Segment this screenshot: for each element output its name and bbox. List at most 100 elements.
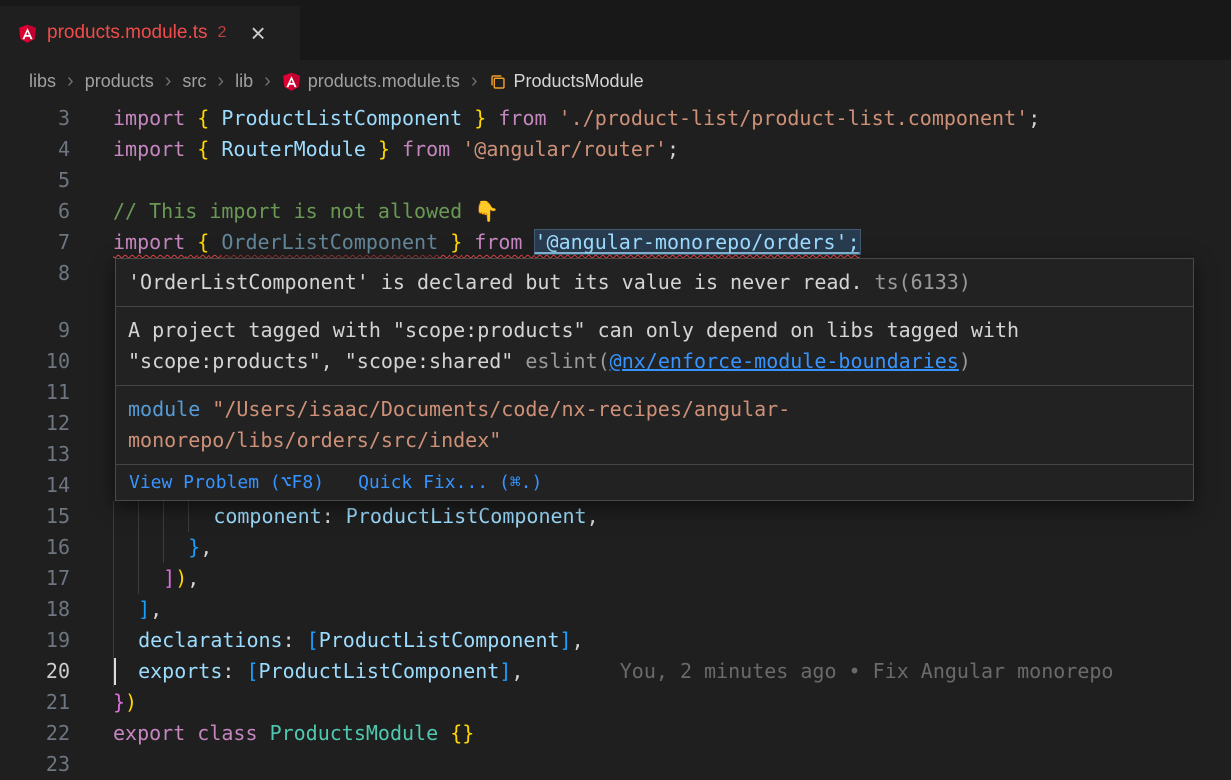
- code-line-content[interactable]: ],: [113, 594, 1231, 625]
- tab-products-module-ts[interactable]: products.module.ts 2 ×: [0, 6, 300, 60]
- code-token: // This import is not allowed 👇: [113, 199, 499, 223]
- code-token: ,: [587, 504, 599, 528]
- code-token: [547, 106, 559, 130]
- code-line-content[interactable]: import { ProductListComponent } from './…: [113, 103, 1231, 134]
- code-token: ProductListComponent: [221, 106, 462, 130]
- code-token: from: [474, 230, 522, 254]
- breadcrumb-separator: ›: [264, 70, 271, 93]
- code-token: }: [378, 137, 390, 161]
- line-number[interactable]: 17: [0, 563, 70, 594]
- breadcrumb-separator: ›: [67, 70, 74, 93]
- code-token: ProductListComponent: [259, 659, 500, 683]
- code-token: '@angular/router': [462, 137, 667, 161]
- code-line-3: 3 import { ProductListComponent } from '.…: [0, 103, 1231, 134]
- code-token: import: [113, 137, 185, 161]
- code-line-content[interactable]: component: ProductListComponent,: [113, 501, 1231, 532]
- line-number[interactable]: 12: [0, 408, 70, 439]
- code-token: }: [450, 230, 462, 254]
- code-token: ]: [163, 566, 175, 590]
- error-hover-popup: 'OrderListComponent' is declared but its…: [115, 258, 1194, 501]
- close-icon[interactable]: ×: [250, 20, 265, 46]
- line-number[interactable]: 15: [0, 501, 70, 532]
- breadcrumb-label: ProductsModule: [514, 71, 644, 92]
- breadcrumb-item-src[interactable]: src: [182, 71, 206, 92]
- tab-badge: 2: [218, 24, 227, 42]
- code-line-15: 15 component: ProductListComponent,: [0, 501, 1231, 532]
- line-number[interactable]: 10: [0, 346, 70, 377]
- line-number[interactable]: 23: [0, 749, 70, 780]
- line-number[interactable]: 7: [0, 227, 70, 258]
- indent-guide: [113, 563, 138, 594]
- line-number[interactable]: 16: [0, 532, 70, 563]
- code-token: [366, 137, 378, 161]
- code-line-content[interactable]: import { RouterModule } from '@angular/r…: [113, 134, 1231, 165]
- code-line-content[interactable]: declarations: [ProductListComponent],: [113, 625, 1231, 656]
- code-line-content[interactable]: // This import is not allowed 👇: [113, 196, 1231, 227]
- indent-guide: [138, 532, 163, 563]
- hover-module-path: module "/Users/isaac/Documents/code/nx-r…: [116, 386, 1193, 465]
- code-line-content[interactable]: }): [113, 687, 1231, 718]
- code-line-content[interactable]: exports: [ProductListComponent],You, 2 m…: [113, 656, 1231, 687]
- code-line-content[interactable]: },: [113, 532, 1231, 563]
- line-number[interactable]: 3: [0, 103, 70, 134]
- breadcrumb-label: products: [85, 71, 154, 92]
- view-problem-action[interactable]: View Problem (⌥F8): [129, 467, 324, 498]
- line-number[interactable]: 22: [0, 718, 70, 749]
- text-cursor: [114, 658, 116, 685]
- code-token: [185, 230, 197, 254]
- code-token: ;: [1028, 106, 1040, 130]
- line-number[interactable]: 8: [0, 258, 70, 289]
- indent-guide: [113, 656, 138, 687]
- hover-text-run: module: [128, 397, 200, 421]
- line-number[interactable]: 6: [0, 196, 70, 227]
- code-line-4: 4 import { RouterModule } from '@angular/…: [0, 134, 1231, 165]
- code-token: '@angular-monorepo/orders';: [535, 230, 860, 254]
- line-number[interactable]: 21: [0, 687, 70, 718]
- code-token: ]: [499, 659, 511, 683]
- code-line-content[interactable]: ]),: [113, 563, 1231, 594]
- code-editor[interactable]: 3 import { ProductListComponent } from '.…: [0, 103, 1231, 780]
- code-token: ]: [560, 628, 572, 652]
- line-number[interactable]: 20: [0, 656, 70, 687]
- code-token: {: [197, 106, 209, 130]
- breadcrumb-item-lib[interactable]: lib: [235, 71, 253, 92]
- code-line-17: 17]),: [0, 563, 1231, 594]
- code-line-content[interactable]: [113, 749, 1231, 780]
- code-token: {: [197, 137, 209, 161]
- code-token: ,: [150, 597, 162, 621]
- line-number[interactable]: 11: [0, 377, 70, 408]
- code-token: ]: [138, 597, 150, 621]
- code-line-content[interactable]: import { OrderListComponent } from '@ang…: [113, 227, 1231, 258]
- breadcrumb-item-products[interactable]: products: [85, 71, 154, 92]
- tab-title: products.module.ts: [47, 22, 208, 44]
- breadcrumb-item-products-module-ts[interactable]: products.module.ts: [282, 71, 460, 92]
- line-number[interactable]: 5: [0, 165, 70, 196]
- code-line-21: 21}): [0, 687, 1231, 718]
- indent-guide: [113, 625, 138, 656]
- indent-guide: [163, 501, 188, 532]
- line-number[interactable]: 9: [0, 315, 70, 346]
- nx-rule-link[interactable]: @nx/enforce-module-boundaries: [610, 349, 959, 373]
- angular-icon: [18, 24, 37, 43]
- code-token: [185, 137, 197, 161]
- line-number[interactable]: 19: [0, 625, 70, 656]
- code-token: {}: [450, 721, 474, 745]
- error-squiggle-range: import { OrderListComponent } from '@ang…: [113, 230, 860, 254]
- code-token: OrderListComponent: [221, 230, 438, 254]
- breadcrumb-item-libs[interactable]: libs: [29, 71, 56, 92]
- line-number[interactable]: 4: [0, 134, 70, 165]
- code-token: declarations: [138, 628, 283, 652]
- breadcrumb-separator: ›: [165, 70, 172, 93]
- breadcrumb: libs›products›src›lib›products.module.ts…: [0, 60, 1231, 103]
- code-token: ): [125, 690, 137, 714]
- line-number[interactable]: 13: [0, 439, 70, 470]
- quick-fix-action[interactable]: Quick Fix... (⌘.): [358, 467, 542, 498]
- code-line-content[interactable]: [113, 165, 1231, 196]
- code-token: [450, 137, 462, 161]
- breadcrumb-item-productsmodule[interactable]: ProductsModule: [489, 71, 644, 92]
- code-line-23: 23: [0, 749, 1231, 780]
- code-token: [390, 137, 402, 161]
- line-number[interactable]: 14: [0, 470, 70, 501]
- code-line-content[interactable]: export class ProductsModule {}: [113, 718, 1231, 749]
- line-number[interactable]: 18: [0, 594, 70, 625]
